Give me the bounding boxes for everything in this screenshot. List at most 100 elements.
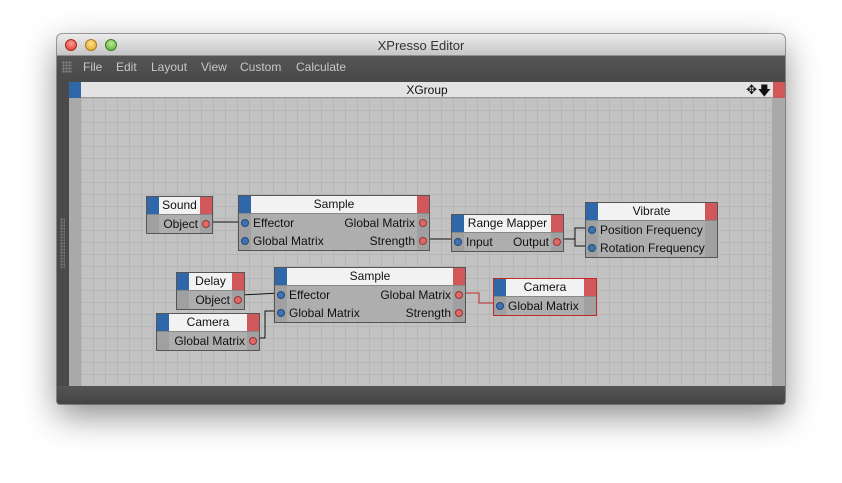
port-label: Object [163, 217, 198, 231]
bottom-bar [57, 386, 785, 404]
port-label: Global Matrix [344, 216, 415, 230]
node-sound[interactable]: Sound Object [146, 196, 213, 234]
node-input-tab[interactable] [239, 196, 251, 213]
node-input-tab[interactable] [177, 273, 189, 290]
menu-grip-icon[interactable] [62, 61, 72, 73]
node-sample-2[interactable]: Sample Effector Global Matrix Global Mat… [274, 267, 466, 323]
node-output-tab[interactable] [705, 203, 717, 220]
node-ports: Position Frequency Rotation Frequency [586, 221, 717, 257]
node-input-tab[interactable] [452, 215, 464, 232]
node-ports: Effector Global Matrix Global Matrix Str… [239, 214, 429, 250]
node-output-tab[interactable] [453, 268, 465, 285]
port-row: Global Matrix [494, 297, 596, 315]
port-row: Global Matrix Strength [239, 232, 429, 250]
menu-custom[interactable]: Custom [240, 60, 281, 74]
node-output-tab[interactable] [584, 279, 596, 296]
node-input-tab[interactable] [494, 279, 506, 296]
menu-view[interactable]: View [201, 60, 227, 74]
input-port[interactable] [496, 302, 504, 310]
input-port[interactable] [277, 291, 285, 299]
port-label: Rotation Frequency [600, 241, 705, 255]
node-header[interactable]: Camera [494, 279, 596, 297]
node-header[interactable]: Delay [177, 273, 244, 291]
node-header[interactable]: Camera [157, 314, 259, 332]
node-header[interactable]: Sample [275, 268, 465, 286]
input-port[interactable] [241, 237, 249, 245]
node-ports: Object [177, 291, 244, 309]
output-port[interactable] [455, 309, 463, 317]
node-ports: Global Matrix [157, 332, 259, 350]
node-delay[interactable]: Delay Object [176, 272, 245, 310]
menu-calculate[interactable]: Calculate [296, 60, 346, 74]
port-label: Global Matrix [253, 234, 324, 248]
input-port[interactable] [241, 219, 249, 227]
port-row: Global Matrix Strength [275, 304, 465, 322]
xgroup-header[interactable]: XGroup ✥ 🡇 [69, 82, 785, 98]
output-port[interactable] [234, 296, 242, 304]
input-port[interactable] [588, 226, 596, 234]
port-row: Effector Global Matrix [239, 214, 429, 232]
node-title: Delay [195, 274, 226, 288]
input-port[interactable] [277, 309, 285, 317]
xgroup-title: XGroup [406, 83, 448, 97]
port-label: Global Matrix [289, 306, 360, 320]
node-ports: Input Output [452, 233, 563, 251]
node-input-tab[interactable] [586, 203, 598, 220]
port-label: Output [512, 235, 549, 249]
port-row: Position Frequency [586, 221, 717, 239]
port-label: Global Matrix [174, 334, 245, 348]
node-canvas[interactable]: Sound Object Sample Effector Global Matr… [81, 98, 772, 386]
node-title: Vibrate [632, 204, 671, 218]
node-sample[interactable]: Sample Effector Global Matrix Global Mat… [238, 195, 430, 251]
port-row: Object [147, 215, 212, 233]
side-resize-grip-icon[interactable] [60, 218, 65, 268]
node-title: Sample [349, 269, 391, 283]
input-port[interactable] [454, 238, 462, 246]
node-title: Camera [523, 280, 567, 294]
move-icon[interactable]: ✥ [746, 82, 757, 98]
port-label: Strength [369, 234, 415, 248]
menu-layout[interactable]: Layout [151, 60, 187, 74]
node-header[interactable]: Vibrate [586, 203, 717, 221]
node-camera-target[interactable]: Camera Global Matrix [493, 278, 597, 316]
node-input-tab[interactable] [275, 268, 287, 285]
menu-file[interactable]: File [83, 60, 102, 74]
port-label: Strength [405, 306, 451, 320]
node-ports: Global Matrix [494, 297, 596, 315]
node-vibrate[interactable]: Vibrate Position Frequency Rotation Freq… [585, 202, 718, 258]
node-output-tab[interactable] [247, 314, 259, 331]
node-output-tab[interactable] [417, 196, 429, 213]
node-output-tab[interactable] [200, 197, 212, 214]
output-port[interactable] [419, 237, 427, 245]
node-title: Range Mapper [467, 216, 548, 230]
window-title: XPresso Editor [377, 38, 465, 53]
node-camera-source[interactable]: Camera Global Matrix [156, 313, 260, 351]
node-ports: Object [147, 215, 212, 233]
output-port[interactable] [419, 219, 427, 227]
node-input-tab[interactable] [157, 314, 169, 331]
node-title: Sample [313, 197, 355, 211]
menu-edit[interactable]: Edit [116, 60, 137, 74]
input-port[interactable] [588, 244, 596, 252]
xpresso-editor-window: XPresso Editor File Edit Layout View Cus… [57, 34, 785, 404]
port-row: Global Matrix [157, 332, 259, 350]
port-label: Input [466, 235, 493, 249]
node-range-mapper[interactable]: Range Mapper Input Output [451, 214, 564, 252]
output-port[interactable] [202, 220, 210, 228]
node-output-tab[interactable] [232, 273, 244, 290]
node-header[interactable]: Sample [239, 196, 429, 214]
node-title: Sound [162, 198, 197, 212]
xgroup-panel: XGroup ✥ 🡇 Sound Object Sample Effector … [69, 82, 785, 386]
node-output-tab[interactable] [551, 215, 563, 232]
xgroup-output-tab[interactable] [773, 82, 785, 98]
node-header[interactable]: Sound [147, 197, 212, 215]
node-header[interactable]: Range Mapper [452, 215, 563, 233]
output-port[interactable] [249, 337, 257, 345]
output-port[interactable] [553, 238, 561, 246]
port-label: Position Frequency [600, 223, 703, 237]
node-input-tab[interactable] [147, 197, 159, 214]
title-bar[interactable]: XPresso Editor [57, 34, 785, 56]
port-row: Object [177, 291, 244, 309]
port-label: Object [195, 293, 230, 307]
output-port[interactable] [455, 291, 463, 299]
